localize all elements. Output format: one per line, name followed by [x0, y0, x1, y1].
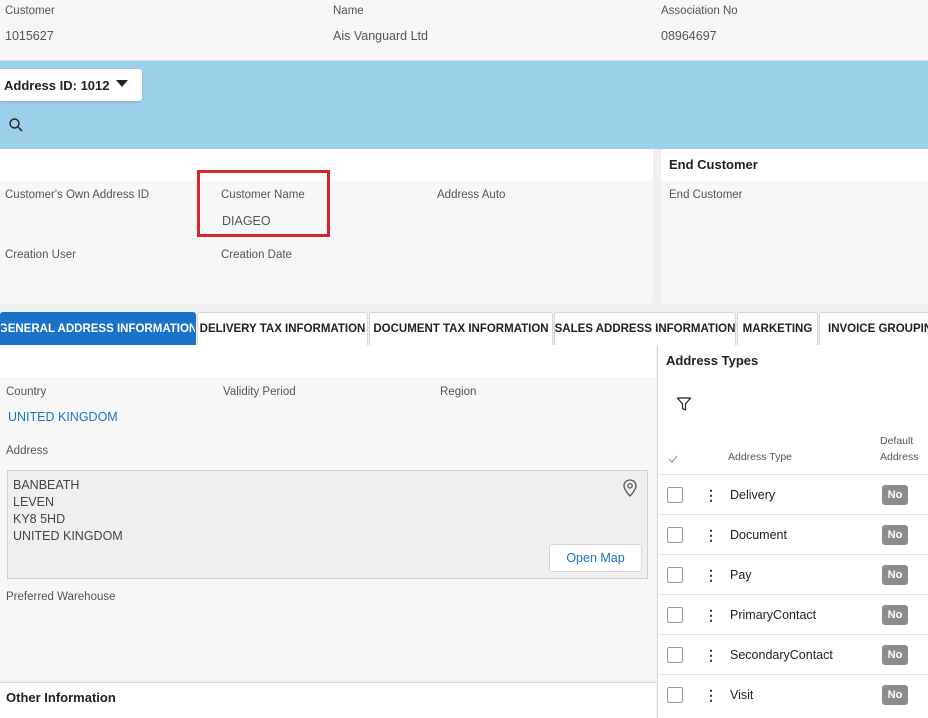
tab-invoice-grouping[interactable]: INVOICE GROUPING [819, 312, 928, 345]
tab-sales-address-information[interactable]: SALES ADDRESS INFORMATION [554, 312, 736, 345]
tab-document-tax-information[interactable]: DOCUMENT TAX INFORMATION [369, 312, 553, 345]
table-row[interactable]: ⋮ PrimaryContact No [658, 594, 928, 634]
validity-period-label: Validity Period [223, 386, 296, 398]
open-map-button[interactable]: Open Map [549, 544, 642, 572]
address-types-panel: Address Types Address Type Default Addre… [657, 345, 928, 718]
row-checkbox[interactable] [667, 487, 683, 503]
table-row[interactable]: ⋮ Delivery No [658, 474, 928, 514]
table-row[interactable]: ⋮ Document No [658, 514, 928, 554]
table-row[interactable]: ⋮ SecondaryContact No [658, 634, 928, 674]
map-pin-icon[interactable] [622, 479, 638, 497]
general-address-panel: Country UNITED KINGDOM Validity Period R… [0, 345, 656, 680]
default-address-column-header[interactable]: Default [880, 435, 913, 447]
check-icon[interactable] [668, 455, 678, 463]
address-line: UNITED KINGDOM [13, 529, 123, 543]
customer-header: Customer 1015627 Name Ais Vanguard Ltd A… [0, 0, 928, 61]
address-type-cell: Document [730, 528, 787, 542]
kebab-icon[interactable]: ⋮ [704, 687, 718, 703]
customer-field: Customer 1015627 [5, 5, 55, 43]
default-address-badge: No [882, 525, 908, 545]
association-value: 08964697 [661, 29, 717, 43]
caret-down-icon [116, 80, 128, 87]
row-checkbox[interactable] [667, 527, 683, 543]
preferred-warehouse-label: Preferred Warehouse [6, 591, 116, 603]
own-address-id-label: Customer's Own Address ID [5, 189, 150, 201]
row-checkbox[interactable] [667, 687, 683, 703]
name-field: Name Ais Vanguard Ltd [333, 5, 428, 43]
address-line: KY8 5HD [13, 512, 66, 526]
tab-bar: GENERAL ADDRESS INFORMATION DELIVERY TAX… [0, 312, 928, 345]
creation-date-label: Creation Date [221, 249, 292, 261]
table-row[interactable]: ⋮ Visit No [658, 674, 928, 714]
customer-value: 1015627 [5, 29, 54, 43]
default-address-column-header-line2: Address [880, 451, 919, 463]
address-auto-label: Address Auto [437, 189, 506, 201]
end-customer-card: End Customer End Customer [661, 149, 928, 304]
creation-user-label: Creation User [5, 249, 76, 261]
address-id-label: Address ID: 1012 [4, 77, 110, 93]
customer-label: Customer [5, 5, 55, 17]
name-label: Name [333, 5, 364, 17]
address-id-dropdown[interactable]: Address ID: 1012 [0, 69, 142, 101]
address-type-cell: Visit [730, 688, 754, 702]
default-address-badge: No [882, 565, 908, 585]
address-type-column-header[interactable]: Address Type [728, 451, 792, 463]
tab-general-address-information[interactable]: GENERAL ADDRESS INFORMATION [0, 312, 196, 345]
kebab-icon[interactable]: ⋮ [704, 647, 718, 663]
other-information-title: Other Information [6, 690, 116, 705]
search-icon[interactable] [8, 117, 24, 133]
kebab-icon[interactable]: ⋮ [704, 527, 718, 543]
kebab-icon[interactable]: ⋮ [704, 487, 718, 503]
address-type-cell: PrimaryContact [730, 608, 817, 622]
default-address-badge: No [882, 645, 908, 665]
end-customer-label: End Customer [669, 189, 743, 201]
address-type-cell: SecondaryContact [730, 648, 833, 662]
region-label: Region [440, 386, 477, 398]
table-row[interactable]: ⋮ Pay No [658, 554, 928, 594]
address-line: LEVEN [13, 495, 54, 509]
customer-name-highlight [197, 170, 330, 237]
row-checkbox[interactable] [667, 567, 683, 583]
tab-delivery-tax-information[interactable]: DELIVERY TAX INFORMATION [197, 312, 368, 345]
address-box: BANBEATH LEVEN KY8 5HD UNITED KINGDOM Op… [7, 470, 648, 579]
address-types-title: Address Types [666, 353, 759, 368]
address-line: BANBEATH [13, 478, 80, 492]
row-checkbox[interactable] [667, 647, 683, 663]
association-field: Association No 08964697 [661, 5, 738, 43]
association-label: Association No [661, 5, 738, 17]
other-information-section: Other Information [0, 682, 656, 718]
address-type-cell: Delivery [730, 488, 776, 502]
default-address-badge: No [882, 485, 908, 505]
country-label: Country [6, 386, 47, 398]
default-address-badge: No [882, 605, 908, 625]
row-checkbox[interactable] [667, 607, 683, 623]
name-value: Ais Vanguard Ltd [333, 29, 428, 43]
kebab-icon[interactable]: ⋮ [704, 607, 718, 623]
filter-icon[interactable] [676, 396, 692, 412]
default-address-badge: No [882, 685, 908, 705]
country-value[interactable]: UNITED KINGDOM [8, 410, 118, 424]
tab-marketing[interactable]: MARKETING [737, 312, 818, 345]
end-customer-title: End Customer [669, 157, 758, 172]
kebab-icon[interactable]: ⋮ [704, 567, 718, 583]
address-type-cell: Pay [730, 568, 752, 582]
address-label: Address [6, 445, 49, 457]
